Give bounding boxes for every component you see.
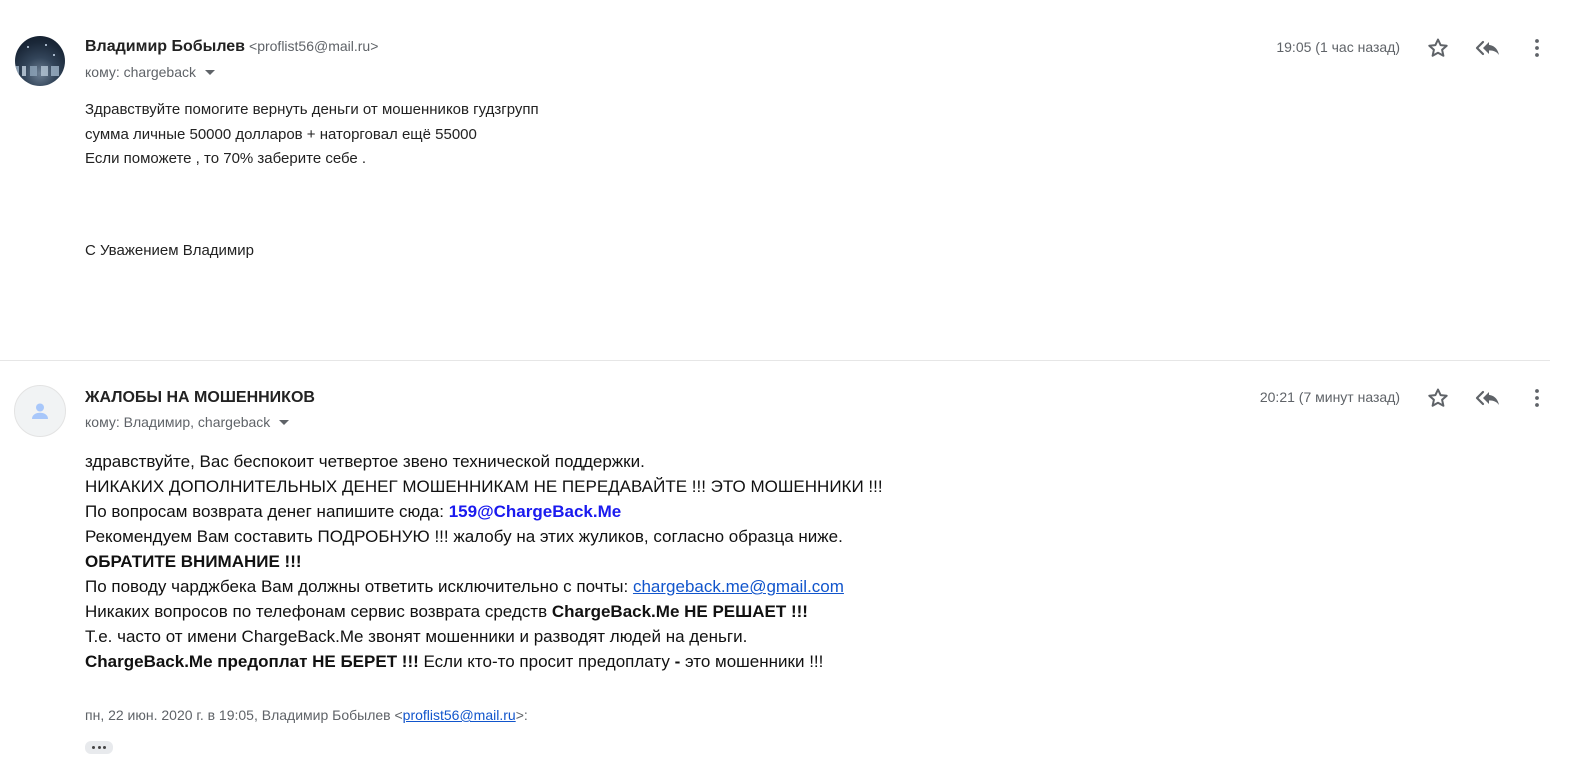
star-icon[interactable] bbox=[1426, 386, 1450, 410]
reply-all-icon[interactable] bbox=[1474, 386, 1499, 410]
avatar-city bbox=[15, 66, 65, 76]
sender-avatar[interactable] bbox=[14, 385, 66, 437]
reply-all-icon[interactable] bbox=[1474, 36, 1499, 60]
body-bold: ChargeBack.Me НЕ РЕШАЕТ !!! bbox=[551, 602, 808, 621]
recipients-label: кому: chargeback bbox=[85, 64, 197, 80]
body-line: Рекомендуем Вам составить ПОДРОБНУЮ !!! … bbox=[85, 527, 843, 546]
body-line: ChargeBack.Me предоплат НЕ БЕРЕТ !!! Есл… bbox=[85, 649, 883, 674]
more-vert-icon[interactable] bbox=[1525, 386, 1549, 410]
body-line: здравствуйте, Вас беспокоит четвертое зв… bbox=[85, 452, 645, 471]
sender-row: ЖАЛОБЫ НА МОШЕННИКОВ bbox=[85, 389, 315, 407]
show-details-icon[interactable] bbox=[279, 419, 290, 425]
message-body: Здравствуйте помогите вернуть деньги от … bbox=[85, 98, 539, 172]
recipients-label: кому: Владимир, chargeback bbox=[85, 414, 271, 430]
body-text: По вопросам возврата денег напишите сюда… bbox=[85, 502, 449, 521]
quote-email-link[interactable]: proflist56@mail.ru bbox=[403, 707, 516, 723]
signature: С Уважением Владимир bbox=[85, 242, 254, 259]
chargeback-email-link[interactable]: chargeback.me@gmail.com bbox=[633, 577, 844, 596]
message-2: ЖАЛОБЫ НА МОШЕННИКОВ кому: Владимир, cha… bbox=[0, 361, 1573, 771]
body-line: ОБРАТИТЕ ВНИМАНИЕ !!! bbox=[85, 552, 302, 571]
body-line: Здравствуйте помогите вернуть деньги от … bbox=[85, 101, 539, 118]
ellipsis-dot bbox=[97, 746, 101, 749]
sender-avatar[interactable] bbox=[15, 36, 65, 86]
more-vert-icon[interactable] bbox=[1525, 36, 1549, 60]
ellipsis-dot bbox=[103, 746, 106, 749]
show-trimmed-content-button[interactable] bbox=[85, 741, 113, 754]
sender-row: Владимир Бобылев <proflist56@mail.ru> bbox=[85, 38, 378, 56]
body-line: Т.е. часто от имени ChargeBack.Me звонят… bbox=[85, 627, 748, 646]
message-time: 20:21 (7 минут назад) bbox=[1259, 389, 1400, 405]
person-icon bbox=[32, 403, 48, 419]
body-line: сумма личные 50000 долларов + наторговал… bbox=[85, 125, 477, 143]
body-line: Если поможете , то 70% заберите себе . bbox=[85, 150, 367, 167]
ellipsis-dot bbox=[92, 746, 95, 749]
recipients: кому: Владимир, chargeback bbox=[85, 414, 290, 430]
message-1: Владимир Бобылев <proflist56@mail.ru> ком… bbox=[0, 0, 1573, 360]
message-time: 19:05 (1 час назад) bbox=[1276, 39, 1400, 55]
quote-header: пн, 22 июн. 2020 г. в 19:05, Владимир Бо… bbox=[85, 707, 528, 723]
body-line: НИКАКИХ ДОПОЛНИТЕЛЬНЫХ ДЕНЕГ МОШЕННИКАМ … bbox=[85, 477, 883, 496]
body-text: это мошенники !!! bbox=[680, 652, 824, 671]
quote-prefix: пн, 22 июн. 2020 г. в 19:05, Владимир Бо… bbox=[85, 707, 403, 723]
body-text: По поводу чарджбека Вам должны ответить … bbox=[85, 577, 633, 596]
body-line: Никаких вопросов по телефонам сервис воз… bbox=[85, 599, 883, 624]
avatar-star bbox=[45, 44, 47, 46]
avatar-star bbox=[53, 54, 55, 56]
sender-email: <proflist56@mail.ru> bbox=[249, 38, 379, 54]
recipients: кому: chargeback bbox=[85, 64, 216, 80]
message-body: здравствуйте, Вас беспокоит четвертое зв… bbox=[85, 449, 883, 674]
sender-name[interactable]: ЖАЛОБЫ НА МОШЕННИКОВ bbox=[85, 389, 315, 406]
avatar-star bbox=[27, 46, 29, 48]
sender-name[interactable]: Владимир Бобылев bbox=[85, 38, 245, 55]
body-bold: ChargeBack.Me предоплат НЕ БЕРЕТ !!! bbox=[85, 652, 419, 671]
body-text: Никаких вопросов по телефонам сервис воз… bbox=[85, 602, 552, 621]
body-line: По вопросам возврата денег напишите сюда… bbox=[85, 499, 883, 524]
star-icon[interactable] bbox=[1426, 36, 1450, 60]
quote-suffix: >: bbox=[515, 707, 528, 723]
show-details-icon[interactable] bbox=[205, 69, 216, 75]
body-line: По поводу чарджбека Вам должны ответить … bbox=[85, 574, 883, 599]
support-email: 159@ChargeBack.Me bbox=[448, 502, 622, 521]
body-text: Если кто-то просит предоплату bbox=[418, 652, 675, 671]
